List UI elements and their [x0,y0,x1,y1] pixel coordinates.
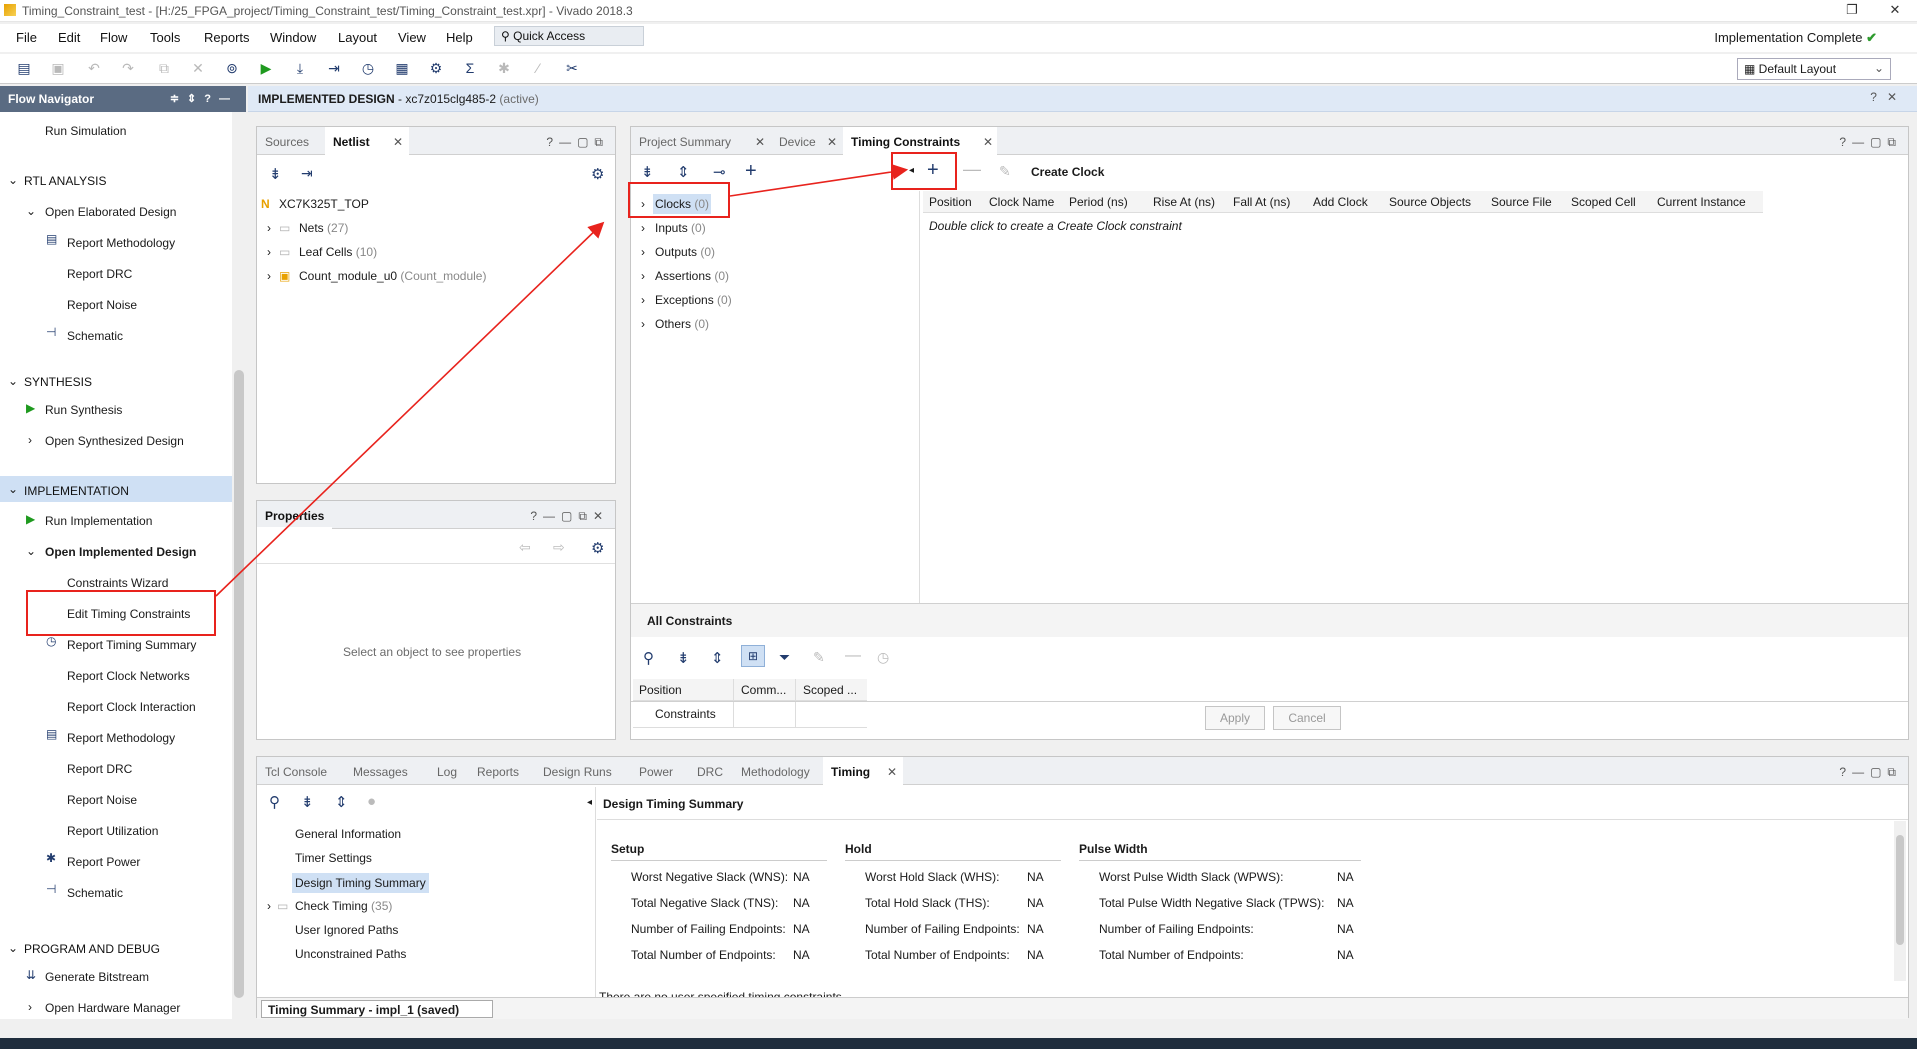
taskbar [0,1038,1917,1049]
arrow-to-add-button [729,163,909,197]
arrow-to-timing-panel [215,221,605,597]
annotation-arrows [215,163,909,597]
